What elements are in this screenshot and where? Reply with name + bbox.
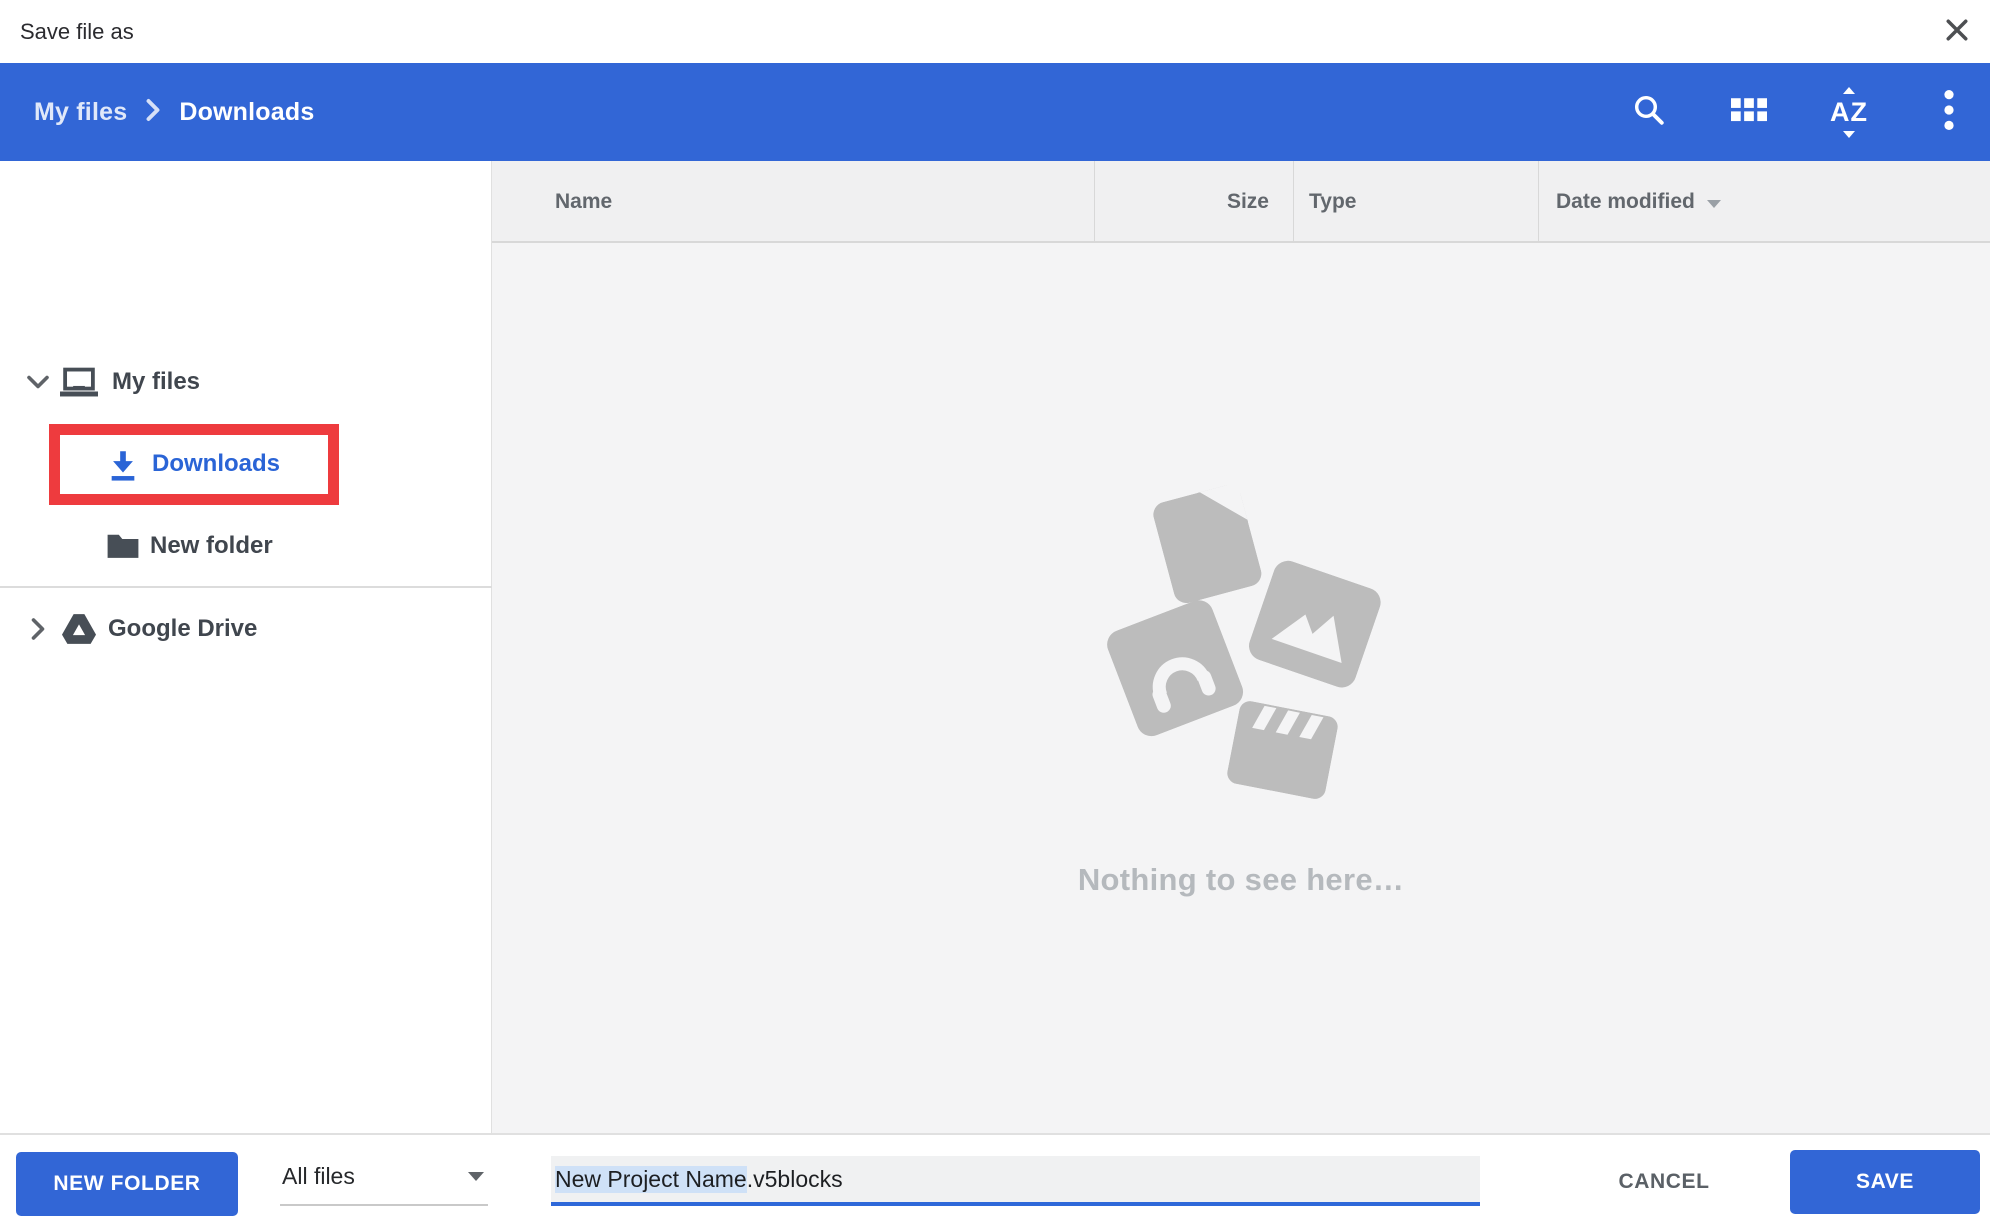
empty-video-icon xyxy=(1224,699,1339,805)
list-header: Name Size Type Date modified xyxy=(492,161,1990,243)
dropdown-arrow-icon xyxy=(468,1172,484,1181)
empty-audio-icon xyxy=(1103,596,1249,745)
sort-az-icon: AZ xyxy=(1830,99,1868,126)
chevron-right-icon[interactable] xyxy=(30,617,46,641)
column-header-date-modified[interactable]: Date modified xyxy=(1556,161,1721,243)
header-actions: AZ xyxy=(1574,63,1974,161)
search-icon xyxy=(1631,92,1667,133)
empty-document-icon xyxy=(1150,482,1265,611)
column-divider xyxy=(1538,161,1539,243)
breadcrumb: My files Downloads xyxy=(34,63,314,161)
new-folder-button[interactable]: NEW FOLDER xyxy=(16,1152,238,1216)
sidebar-item-new-folder[interactable]: New folder xyxy=(0,515,491,577)
file-type-select[interactable]: All files xyxy=(280,1148,488,1206)
sort-descending-icon xyxy=(1707,200,1721,208)
cancel-button[interactable]: CANCEL xyxy=(1594,1154,1734,1210)
sort-down-arrow-icon xyxy=(1843,131,1855,138)
sidebar-item-label: Google Drive xyxy=(108,615,257,643)
close-icon xyxy=(1942,15,1972,50)
sidebar-item-label: Downloads xyxy=(152,450,280,478)
more-options-button[interactable] xyxy=(1924,87,1974,137)
sidebar-item-my-files[interactable]: My files xyxy=(0,351,491,413)
file-list-area: Name Size Type Date modified xyxy=(492,161,1990,1133)
save-file-dialog: Save file as My files Downloads xyxy=(0,0,1990,1229)
sidebar-item-google-drive[interactable]: Google Drive xyxy=(0,598,491,660)
grid-view-icon xyxy=(1731,97,1767,128)
empty-image-icon xyxy=(1243,557,1384,697)
empty-state-message: Nothing to see here… xyxy=(492,862,1990,898)
file-type-value: All files xyxy=(280,1163,355,1190)
more-vertical-icon xyxy=(1944,90,1954,135)
sidebar-item-label: New folder xyxy=(150,532,273,560)
sort-button[interactable]: AZ xyxy=(1824,87,1874,137)
filename-input[interactable]: New Project Name.v5blocks xyxy=(551,1156,1480,1206)
download-icon xyxy=(106,447,140,481)
sidebar-item-downloads[interactable]: Downloads xyxy=(0,433,491,495)
save-button[interactable]: SAVE xyxy=(1790,1150,1980,1214)
search-button[interactable] xyxy=(1624,87,1674,137)
column-header-size[interactable]: Size xyxy=(1094,161,1269,243)
grid-view-button[interactable] xyxy=(1724,87,1774,137)
column-divider xyxy=(1293,161,1294,243)
sidebar-item-label: My files xyxy=(112,368,200,396)
laptop-icon xyxy=(60,366,98,398)
dialog-titlebar: Save file as xyxy=(0,0,1990,63)
filename-selected-text: New Project Name xyxy=(555,1166,747,1193)
sidebar: My files Downloads New folder xyxy=(0,161,492,1133)
sort-up-arrow-icon xyxy=(1843,87,1855,94)
folder-icon xyxy=(106,532,140,560)
google-drive-icon xyxy=(62,614,96,644)
breadcrumb-my-files[interactable]: My files xyxy=(34,98,127,127)
chevron-down-icon[interactable] xyxy=(26,374,50,390)
filename-extension-text: .v5blocks xyxy=(747,1166,843,1193)
breadcrumb-downloads[interactable]: Downloads xyxy=(179,98,314,127)
sidebar-divider xyxy=(0,586,492,588)
dialog-header: My files Downloads xyxy=(0,63,1990,161)
breadcrumb-separator-icon xyxy=(145,98,161,127)
column-header-type[interactable]: Type xyxy=(1309,161,1356,243)
close-button[interactable] xyxy=(1938,13,1976,51)
dialog-title: Save file as xyxy=(20,0,134,63)
column-header-name[interactable]: Name xyxy=(555,161,612,243)
